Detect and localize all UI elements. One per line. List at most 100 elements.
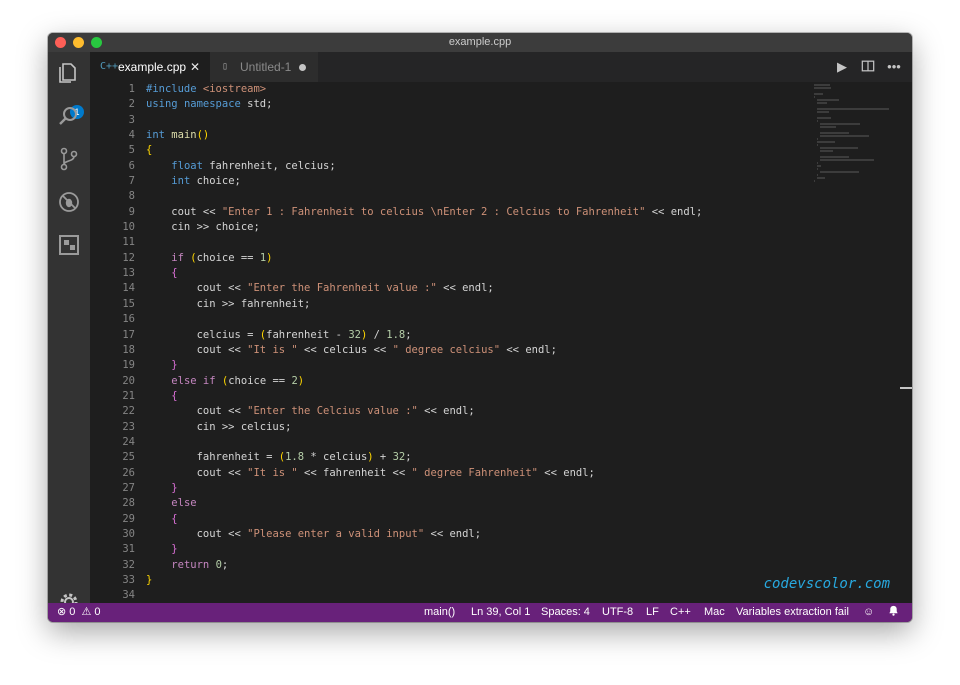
code-line[interactable]: cout << "Please enter a valid input" << … [146, 527, 846, 542]
line-number: 2 [128, 98, 135, 111]
code-line[interactable]: { [146, 389, 846, 404]
error-count: 0 [69, 606, 76, 618]
code-line[interactable]: cout << "It is " << celcius << " degree … [146, 343, 846, 358]
bell-icon[interactable] [888, 603, 899, 622]
debug-icon[interactable] [56, 189, 82, 215]
line-number: 28 [122, 497, 135, 510]
more-actions-icon[interactable]: ••• [886, 59, 902, 75]
line-number: 3 [128, 113, 135, 126]
minimap-line [820, 135, 869, 137]
current-function[interactable]: main() [424, 603, 455, 622]
minimap-line [817, 168, 819, 170]
code-line[interactable] [146, 312, 846, 327]
unsaved-dot-icon[interactable] [299, 64, 306, 71]
code-line[interactable]: cin >> celcius; [146, 420, 846, 435]
close-window-button[interactable] [55, 37, 66, 48]
line-number: 30 [122, 527, 135, 540]
code-line[interactable]: cout << "Enter the Celcius value :" << e… [146, 404, 846, 419]
code-line[interactable] [146, 588, 846, 603]
tab-bar: C++ example.cpp ✕ ▯ Untitled-1 [90, 52, 912, 82]
extensions-icon[interactable] [56, 232, 82, 258]
close-tab-icon[interactable]: ✕ [190, 52, 200, 82]
line-number: 32 [122, 558, 135, 571]
code-line[interactable]: float fahrenheit, celcius; [146, 159, 846, 174]
line-number: 23 [122, 420, 135, 433]
code-line[interactable]: } [146, 481, 846, 496]
line-number: 19 [122, 359, 135, 372]
code-line[interactable]: { [146, 143, 846, 158]
status-message[interactable]: Variables extraction fail [736, 603, 849, 622]
split-editor-icon[interactable] [860, 59, 876, 75]
end-of-line[interactable]: LF [646, 603, 659, 622]
files-icon[interactable] [56, 60, 82, 86]
cursor-position[interactable]: Ln 39, Col 1 [471, 603, 530, 622]
code-line[interactable]: int choice; [146, 174, 846, 189]
code-editor[interactable]: 1 2 3 4 5 6 7 8 9 10 11 12 13 14 15 16 17 18 19 20 21 22 23 24 2… [90, 82, 912, 603]
warning-icon: ⚠ [81, 606, 92, 618]
code-line[interactable]: celcius = (fahrenheit - 32) / 1.8; [146, 328, 846, 343]
line-number: 22 [122, 405, 135, 418]
code-line[interactable]: fahrenheit = (1.8 * celcius) + 32; [146, 450, 846, 465]
indentation[interactable]: Spaces: 4 [541, 603, 590, 622]
platform[interactable]: Mac [704, 603, 725, 622]
file-icon: ▯ [222, 61, 229, 72]
code-line[interactable]: int main() [146, 128, 846, 143]
language-mode[interactable]: C++ [670, 603, 691, 622]
encoding[interactable]: UTF-8 [602, 603, 633, 622]
code-line[interactable]: #include <iostream> [146, 82, 846, 97]
code-line[interactable]: { [146, 512, 846, 527]
problems-indicator[interactable]: ⊗ 0 ⚠ 0 [57, 603, 101, 622]
minimap[interactable] [814, 84, 904, 182]
code-line[interactable] [146, 435, 846, 450]
code-line[interactable]: cout << "It is " << fahrenheit << " degr… [146, 466, 846, 481]
smiley-icon[interactable]: ☺ [863, 603, 874, 622]
window-title: example.cpp [448, 36, 512, 48]
minimap-line [817, 165, 821, 167]
code-line[interactable] [146, 113, 846, 128]
line-number: 10 [122, 221, 135, 234]
minimap-line [817, 174, 819, 176]
code-area[interactable]: #include <iostream> using namespace std; i… [146, 82, 846, 603]
activity-bar: 1 [48, 52, 90, 611]
minimap-line [817, 120, 819, 122]
line-number: 11 [122, 236, 135, 249]
code-line[interactable] [146, 235, 846, 250]
code-line[interactable]: if (choice == 1) [146, 251, 846, 266]
minimap-line [814, 93, 823, 95]
code-line[interactable]: cin >> choice; [146, 220, 846, 235]
code-line[interactable]: cout << "Enter 1 : Fahrenheit to celcius… [146, 205, 846, 220]
minimap-line [820, 147, 858, 149]
line-number: 18 [122, 343, 135, 356]
code-line[interactable]: { [146, 266, 846, 281]
minimap-line [814, 87, 831, 89]
code-line[interactable]: cin >> fahrenheit; [146, 297, 846, 312]
minimap-line [817, 108, 889, 110]
code-line[interactable]: } [146, 358, 846, 373]
code-line[interactable]: else if (choice == 2) [146, 374, 846, 389]
minimap-line [820, 171, 859, 173]
line-number: 8 [128, 190, 135, 203]
minimap-line [817, 138, 819, 140]
line-number: 4 [128, 129, 135, 142]
minimize-window-button[interactable] [73, 37, 84, 48]
tab-untitled-1[interactable]: ▯ Untitled-1 [210, 52, 318, 82]
tab-example-cpp[interactable]: C++ example.cpp ✕ [90, 52, 210, 82]
search-icon[interactable] [56, 103, 82, 129]
source-control-icon[interactable] [56, 146, 82, 172]
code-line[interactable]: } [146, 542, 846, 557]
code-line[interactable] [146, 189, 846, 204]
vscode-window: example.cpp 1 C++ example.cpp ✕ ▯ Untitl… [48, 33, 912, 622]
line-number: 17 [122, 328, 135, 341]
code-line[interactable]: cout << "Enter the Fahrenheit value :" <… [146, 281, 846, 296]
code-line[interactable]: } [146, 573, 846, 588]
minimap-line [817, 177, 825, 179]
minimap-line [820, 132, 850, 134]
code-line[interactable]: using namespace std; [146, 97, 846, 112]
scrollbar-slider[interactable] [900, 387, 912, 389]
run-icon[interactable]: ▶ [834, 59, 850, 75]
code-line[interactable]: return 0; [146, 558, 846, 573]
maximize-window-button[interactable] [91, 37, 102, 48]
code-line[interactable]: else [146, 496, 846, 511]
editor-actions: ▶ ••• [822, 52, 912, 82]
line-number: 12 [122, 251, 135, 264]
